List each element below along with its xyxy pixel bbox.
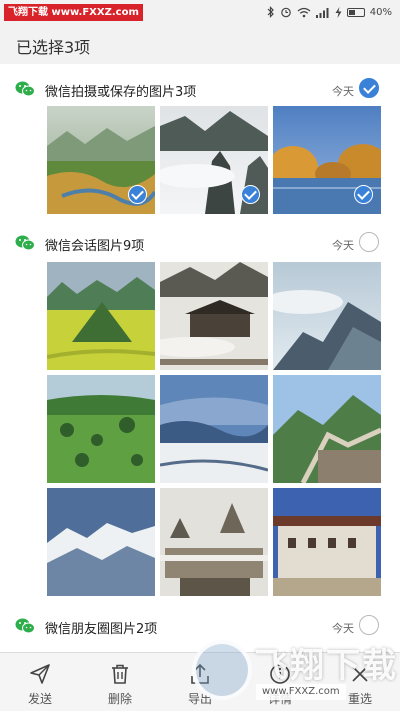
group-date: 今天 [332,239,354,252]
group-date: 今天 [332,85,354,98]
photo-thumbnail[interactable] [160,262,268,370]
photo-thumbnail[interactable] [273,375,381,483]
photo-thumbnail[interactable] [273,488,381,596]
photo-thumbnail[interactable] [47,488,155,596]
delete-label: 删除 [107,692,132,706]
group-header-camera[interactable]: 微信拍摄或保存的图片3项 今天 [0,72,400,106]
group-select-checkbox[interactable] [359,615,379,635]
group-date: 今天 [332,622,354,635]
details-label: 详情 [267,692,292,706]
group-title: 微信拍摄或保存的图片3项 [45,85,197,100]
page-title: 已选择3项 [16,38,91,57]
export-icon [191,663,209,684]
group-select-checkbox[interactable] [359,78,379,98]
reselect-icon [352,666,368,682]
delete-button[interactable]: 删除 [85,653,155,711]
battery-percent: 40% [369,6,392,18]
photo-thumbnail[interactable] [160,375,268,483]
reselect-button[interactable]: 重选 [325,653,395,711]
photo-thumbnail[interactable] [47,106,155,214]
photo-checked-icon[interactable] [354,185,373,204]
group-title: 微信会话图片9项 [45,239,145,254]
bottom-toolbar: 发送 删除 导出 详情 重选 [0,652,400,711]
wechat-icon [15,618,35,634]
wechat-icon [15,235,35,251]
send-label: 发送 [27,692,52,706]
group-header-moments[interactable]: 微信朋友圈图片2项 今天 [0,609,400,643]
trash-icon [112,664,128,684]
photo-checked-icon[interactable] [241,185,260,204]
group-title: 微信朋友圈图片2项 [45,622,158,637]
reselect-label: 重选 [347,692,372,706]
send-icon [30,664,50,684]
bluetooth-icon [267,6,274,18]
charging-icon [335,6,342,18]
watermark-label: 飞翔下载 www.FXXZ.com [4,4,143,21]
photo-thumbnail[interactable] [47,375,155,483]
status-bar: 飞翔下载 www.FXXZ.com 40% [0,0,400,24]
photo-checked-icon[interactable] [128,185,147,204]
wechat-icon [15,81,35,97]
battery-icon [346,7,365,17]
selection-header: 已选择3项 [0,24,400,64]
alarm-icon [280,7,291,18]
photo-thumbnail[interactable] [160,106,268,214]
wifi-icon [297,7,311,17]
signal-icon [315,7,329,18]
send-button[interactable]: 发送 [5,653,75,711]
info-icon [270,664,290,684]
status-icons: 40% [267,3,392,21]
photo-thumbnail[interactable] [273,262,381,370]
export-label: 导出 [187,692,212,706]
photo-thumbnail[interactable] [160,488,268,596]
details-button[interactable]: 详情 [245,653,315,711]
photo-thumbnail[interactable] [273,106,381,214]
group-header-chat[interactable]: 微信会话图片9项 今天 [0,226,400,260]
export-button[interactable]: 导出 [165,653,235,711]
group-select-checkbox[interactable] [359,232,379,252]
photo-thumbnail[interactable] [47,262,155,370]
